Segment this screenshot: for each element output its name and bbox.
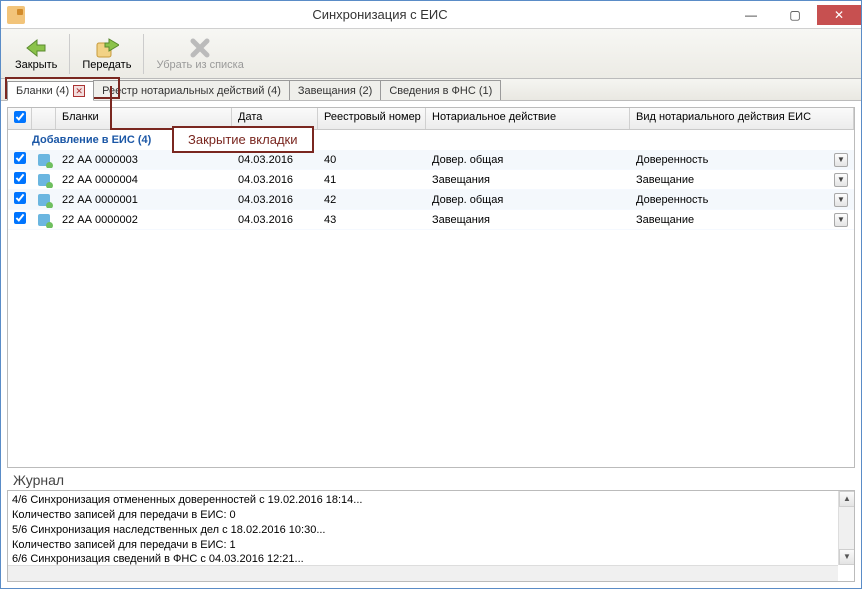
cell-blank: 22 АА 0000001 (56, 192, 232, 208)
toolbar-send-button[interactable]: Передать (74, 31, 139, 77)
grid-body[interactable]: Добавление в ЕИС (4) 22 АА 0000003 04.03… (8, 130, 854, 467)
tab-close-icon[interactable]: ✕ (73, 85, 85, 97)
journal-line: 4/6 Синхронизация отмененных доверенност… (12, 493, 850, 508)
row-checkbox[interactable] (14, 192, 26, 204)
tab-registry-label: Реестр нотариальных действий (4) (102, 85, 281, 97)
header-checkbox-cell[interactable] (8, 108, 32, 129)
annotation-line (110, 86, 112, 128)
cell-eis: Завещание▼ (630, 171, 854, 189)
toolbar-separator (69, 34, 70, 74)
annotation-callout: Закрытие вкладки (172, 126, 314, 153)
row-checkbox[interactable] (14, 212, 26, 224)
tab-wills-label: Завещания (2) (298, 85, 372, 97)
tab-blanks[interactable]: Бланки (4) ✕ (7, 81, 94, 101)
cell-act: Завещания (426, 172, 630, 188)
document-icon (38, 194, 50, 206)
tab-blanks-label: Бланки (4) (16, 85, 69, 97)
grid-header: Бланки Дата Реестровый номер Нотариально… (8, 108, 854, 130)
cell-eis: Завещание▼ (630, 211, 854, 229)
cell-act: Завещания (426, 212, 630, 228)
toolbar-close-label: Закрыть (15, 59, 57, 71)
titlebar: Синхронизация с ЕИС — ▢ ✕ (1, 1, 861, 29)
dropdown-arrow-icon[interactable]: ▼ (834, 153, 848, 167)
document-icon (38, 154, 50, 166)
document-icon (38, 214, 50, 226)
tab-fns[interactable]: Сведения в ФНС (1) (380, 80, 501, 100)
cell-date: 04.03.2016 (232, 192, 318, 208)
cell-reg: 42 (318, 192, 426, 208)
tab-fns-label: Сведения в ФНС (1) (389, 85, 492, 97)
app-window: Синхронизация с ЕИС — ▢ ✕ Закрыть Переда… (0, 0, 862, 589)
arrow-left-icon (25, 37, 47, 59)
toolbar-remove-label: Убрать из списка (156, 59, 243, 71)
toolbar: Закрыть Передать Убрать из списка (1, 29, 861, 79)
header-act[interactable]: Нотариальное действие (426, 108, 630, 129)
cell-reg: 43 (318, 212, 426, 228)
dropdown-arrow-icon[interactable]: ▼ (834, 213, 848, 227)
cell-blank: 22 АА 0000002 (56, 212, 232, 228)
cell-act: Довер. общая (426, 152, 630, 168)
table-row[interactable]: 22 АА 0000004 04.03.2016 41 Завещания За… (8, 170, 854, 190)
cell-reg: 41 (318, 172, 426, 188)
annotation-text: Закрытие вкладки (188, 132, 298, 147)
toolbar-remove-button[interactable]: Убрать из списка (148, 31, 251, 77)
table-row[interactable]: 22 АА 0000001 04.03.2016 42 Довер. общая… (8, 190, 854, 210)
dropdown-arrow-icon[interactable]: ▼ (834, 193, 848, 207)
cell-eis: Доверенность▼ (630, 191, 854, 209)
row-checkbox[interactable] (14, 172, 26, 184)
dropdown-arrow-icon[interactable]: ▼ (834, 173, 848, 187)
window-controls: — ▢ ✕ (729, 5, 861, 25)
table-row[interactable]: 22 АА 0000002 04.03.2016 43 Завещания За… (8, 210, 854, 230)
toolbar-separator (143, 34, 144, 74)
cell-blank: 22 АА 0000004 (56, 172, 232, 188)
journal-line: Количество записей для передачи в ЕИС: 0 (12, 508, 850, 523)
remove-x-icon (190, 37, 210, 59)
toolbar-close-button[interactable]: Закрыть (7, 31, 65, 77)
maximize-button[interactable]: ▢ (773, 5, 817, 25)
cell-date: 04.03.2016 (232, 172, 318, 188)
journal-line: 5/6 Синхронизация наследственных дел с 1… (12, 523, 850, 538)
main-panel: Бланки Дата Реестровый номер Нотариально… (1, 101, 861, 490)
cell-reg: 40 (318, 152, 426, 168)
cell-eis: Доверенность▼ (630, 151, 854, 169)
cell-blank: 22 АА 0000003 (56, 152, 232, 168)
scroll-up-icon[interactable]: ▲ (839, 491, 855, 507)
header-eis[interactable]: Вид нотариального действия ЕИС (630, 108, 854, 129)
app-icon (7, 6, 25, 24)
header-icon-cell (32, 108, 56, 129)
table-row[interactable]: 22 АА 0000003 04.03.2016 40 Довер. общая… (8, 150, 854, 170)
journal-line: Количество записей для передачи в ЕИС: 1 (12, 538, 850, 553)
tab-registry[interactable]: Реестр нотариальных действий (4) (93, 80, 290, 100)
send-icon (95, 37, 119, 59)
grid: Бланки Дата Реестровый номер Нотариально… (7, 107, 855, 468)
header-checkbox[interactable] (14, 111, 26, 123)
close-window-button[interactable]: ✕ (817, 5, 861, 25)
cell-act: Довер. общая (426, 192, 630, 208)
journal-box[interactable]: 4/6 Синхронизация отмененных доверенност… (7, 490, 855, 582)
window-title: Синхронизация с ЕИС (31, 7, 729, 22)
cell-date: 04.03.2016 (232, 212, 318, 228)
tab-wills[interactable]: Завещания (2) (289, 80, 381, 100)
toolbar-send-label: Передать (82, 59, 131, 71)
vertical-scrollbar[interactable]: ▲ ▼ (838, 491, 854, 565)
horizontal-scrollbar[interactable] (8, 565, 838, 581)
tabs-bar: Бланки (4) ✕ Реестр нотариальных действи… (1, 79, 861, 101)
minimize-button[interactable]: — (729, 5, 773, 25)
document-icon (38, 174, 50, 186)
journal-label: Журнал (7, 468, 855, 490)
header-reg[interactable]: Реестровый номер (318, 108, 426, 129)
scroll-track[interactable] (839, 507, 854, 549)
annotation-line (110, 128, 174, 130)
row-checkbox[interactable] (14, 152, 26, 164)
group-row[interactable]: Добавление в ЕИС (4) (8, 130, 854, 150)
cell-date: 04.03.2016 (232, 152, 318, 168)
scroll-down-icon[interactable]: ▼ (839, 549, 855, 565)
